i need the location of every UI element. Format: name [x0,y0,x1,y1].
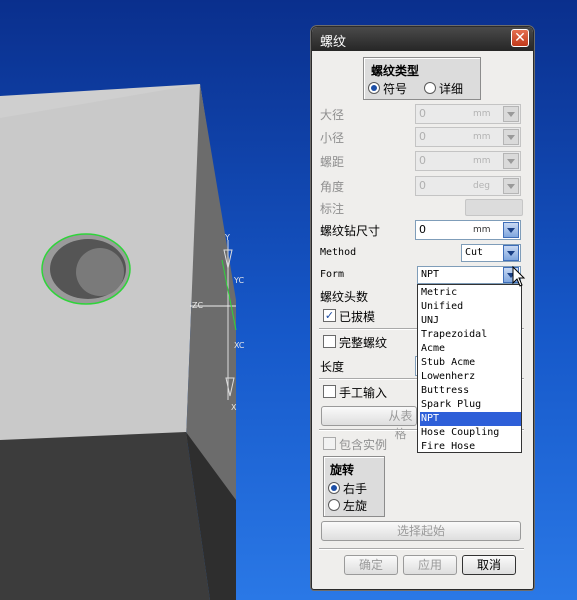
axis-label-yc: YC [233,276,244,285]
include-instances-checkbox[interactable] [323,437,336,450]
tap-drill-label: 螺纹钻尺寸 [320,224,381,238]
form-option-fire-hose[interactable]: Fire Hose [420,440,521,454]
full-thread-label[interactable]: 完整螺纹 [339,334,387,351]
radio-left-hand-label[interactable]: 左旋 [343,497,367,514]
minor-diameter-field[interactable]: 0 mm [415,127,521,147]
callout-field[interactable] [465,199,523,216]
radio-right-hand-label[interactable]: 右手 [343,480,367,497]
length-label: 长度 [320,360,345,374]
rotation-title: 旋转 [330,463,355,477]
form-option-hose-coupling[interactable]: Hose Coupling [420,426,521,440]
form-option-unified[interactable]: Unified [420,300,521,314]
full-thread-checkbox[interactable] [323,335,336,348]
include-instances-label[interactable]: 包含实例 [339,436,387,453]
method-select[interactable]: Cut [461,244,521,262]
tap-drill-unit: mm [473,225,491,235]
hole-bore-highlight [76,248,124,296]
tapered-checkbox[interactable]: ✓ [323,309,336,322]
angle-unit: deg [473,181,490,191]
axis-label-y: Y [224,233,230,242]
major-diameter-field[interactable]: 0 mm [415,104,521,124]
pitch-label: 螺距 [320,155,345,169]
form-option-stub-acme[interactable]: Stub Acme [420,356,521,370]
major-diameter-value: 0 [419,107,426,120]
apply-button[interactable]: 应用 [403,555,457,575]
radio-left-hand[interactable] [328,499,340,511]
form-option-buttress[interactable]: Buttress [420,384,521,398]
form-value: NPT [421,269,440,280]
from-table-label: 从表格 [388,409,413,441]
tap-drill-field[interactable]: 0 mm [415,220,521,240]
separator-4 [319,548,524,550]
thread-type-group: 螺纹类型 符号 详细 [363,57,481,100]
tap-drill-menu-icon[interactable] [503,222,519,238]
minor-diameter-label: 小径 [320,131,345,145]
select-start-button[interactable]: 选择起始 [321,521,521,541]
dialog-titlebar[interactable]: 螺纹 ✕ [312,27,533,51]
radio-symbol-label[interactable]: 符号 [383,80,407,97]
pitch-unit: mm [473,156,491,166]
form-option-metric[interactable]: Metric [420,286,521,300]
tap-drill-value: 0 [419,223,426,236]
form-option-trapezoidal[interactable]: Trapezoidal [420,328,521,342]
tapered-label[interactable]: 已拔模 [339,308,375,325]
form-option-acme[interactable]: Acme [420,342,521,356]
pitch-field[interactable]: 0 mm [415,151,521,171]
angle-menu-icon[interactable] [503,178,519,194]
minor-diameter-menu-icon[interactable] [503,129,519,145]
angle-label: 角度 [320,180,345,194]
method-label: Method [320,247,357,258]
method-dropdown-icon[interactable] [503,245,519,261]
form-option-spark-plug[interactable]: Spark Plug [420,398,521,412]
axis-label-x: X [231,403,237,412]
minor-diameter-unit: mm [473,132,491,142]
num-starts-label: 螺纹头数 [320,290,369,304]
major-diameter-label: 大径 [320,108,345,122]
radio-symbol[interactable] [368,82,380,94]
radio-right-hand[interactable] [328,482,340,494]
pitch-value: 0 [419,154,426,167]
pitch-menu-icon[interactable] [503,153,519,169]
block-bottom-face[interactable] [0,432,210,600]
rotation-group: 旋转 右手 左旋 [323,456,385,517]
cancel-button[interactable]: 取消 [462,555,516,575]
from-table-button[interactable]: 从表格 [321,406,417,441]
mouse-cursor-icon [512,266,526,287]
axis-label-xc: XC [234,341,245,350]
radio-detailed[interactable] [424,82,436,94]
manual-input-checkbox[interactable] [323,385,336,398]
form-select[interactable]: NPT [417,266,521,284]
angle-field[interactable]: 0 deg [415,176,521,196]
manual-input-label[interactable]: 手工输入 [339,384,387,401]
major-diameter-menu-icon[interactable] [503,106,519,122]
form-dropdown-list[interactable]: Metric Unified UNJ Trapezoidal Acme Stub… [417,284,522,453]
thread-type-title: 螺纹类型 [371,64,420,78]
form-option-lowenherz[interactable]: Lowenherz [420,370,521,384]
form-label: Form [320,269,345,280]
form-option-unj[interactable]: UNJ [420,314,521,328]
method-value: Cut [465,247,484,258]
radio-detailed-label[interactable]: 详细 [439,80,463,97]
callout-label: 标注 [320,202,345,216]
ok-button[interactable]: 确定 [344,555,398,575]
close-icon[interactable]: ✕ [511,29,529,47]
axis-label-zc: ZC [192,301,203,310]
angle-value: 0 [419,179,426,192]
major-diameter-unit: mm [473,109,491,119]
minor-diameter-value: 0 [419,130,426,143]
dialog-title: 螺纹 [320,35,347,50]
form-option-npt[interactable]: NPT [420,412,521,426]
